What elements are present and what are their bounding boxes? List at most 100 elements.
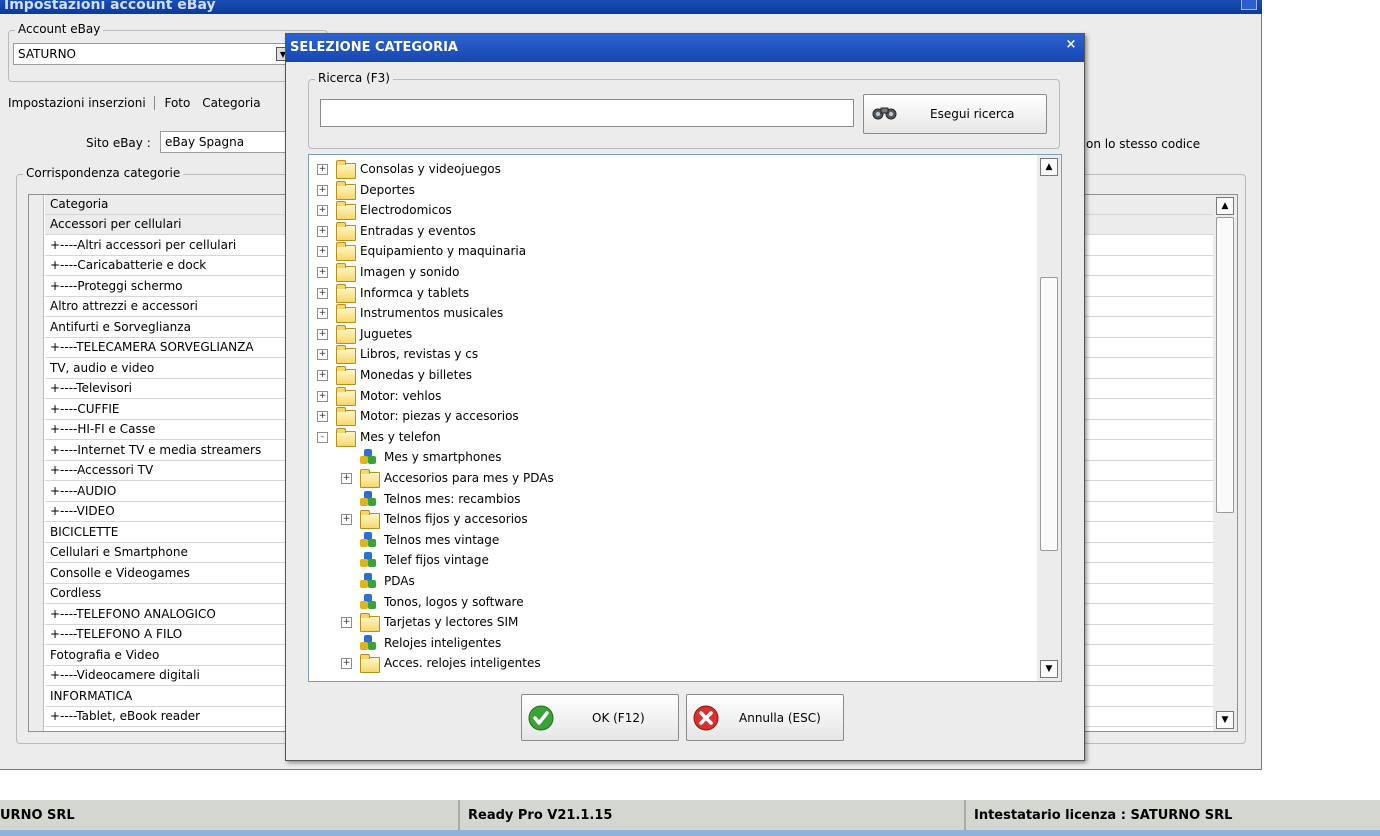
tree-item[interactable]: + Acces. relojes inteligentes	[309, 653, 1029, 674]
tree-item[interactable]: + Consolas y videojuegos	[309, 159, 1029, 179]
category-selection-dialog: SELEZIONE CATEGORIA × Ricerca (F3) Esegu…	[285, 33, 1085, 761]
tree-item[interactable]: + Monedas y billetes	[309, 365, 1029, 385]
tree-item-label: Informca y tablets	[360, 285, 470, 300]
category-leaf-icon	[360, 552, 376, 568]
tree-item[interactable]: Telnos mes: recambios	[309, 489, 1029, 509]
expand-icon[interactable]: +	[317, 225, 328, 237]
tab-category[interactable]: Categoria	[202, 96, 260, 110]
expand-icon[interactable]: +	[317, 411, 328, 423]
folder-icon	[336, 345, 356, 365]
category-leaf-icon	[360, 531, 376, 548]
tree-item-label: Juguetes	[360, 326, 413, 341]
grid-scrollbar[interactable]: ▲ ▼	[1213, 195, 1237, 731]
cancel-button-label: Annulla (ESC)	[739, 711, 821, 725]
tree-item[interactable]: + Equipamiento y maquinaria	[309, 241, 1029, 262]
expand-icon[interactable]: +	[341, 514, 352, 526]
expand-icon[interactable]: +	[317, 370, 328, 381]
expand-icon[interactable]: +	[317, 308, 328, 320]
tree-item[interactable]: + Juguetes	[309, 324, 1029, 344]
tree-item[interactable]: + Tarjetas y lectores SIM	[309, 612, 1029, 633]
tab-photo[interactable]: Foto	[164, 96, 190, 110]
search-group-legend: Ricerca (F3)	[315, 71, 393, 85]
category-leaf-icon	[360, 593, 376, 610]
tree-item[interactable]: + Deportes	[309, 180, 1029, 200]
tree-item-label: Relojes inteligentes	[384, 635, 502, 650]
expand-icon[interactable]: +	[317, 205, 328, 217]
tree-item[interactable]: - Mes y telefon	[309, 427, 1029, 447]
collapse-icon[interactable]: -	[317, 431, 328, 443]
folder-icon	[360, 654, 380, 674]
expand-icon[interactable]: +	[317, 164, 328, 175]
tree-item[interactable]: + Instrumentos musicales	[309, 303, 1029, 324]
tree-item[interactable]: Tonos, logos y software	[309, 592, 1029, 612]
category-tree: + Consolas y videojuegos + Deportes + Electro…	[308, 154, 1062, 682]
scroll-up-icon[interactable]: ▲	[1040, 158, 1058, 176]
category-leaf-icon	[360, 634, 376, 651]
tree-item-label: PDAs	[384, 574, 415, 588]
scroll-up-icon[interactable]: ▲	[1216, 197, 1234, 215]
folder-icon	[336, 263, 356, 282]
folder-icon	[336, 160, 356, 179]
status-version: Ready Pro V21.1.15	[468, 808, 613, 823]
folder-icon	[336, 201, 356, 221]
tree-item[interactable]: + Telnos fijos y accesorios	[309, 509, 1029, 530]
close-icon[interactable]	[1241, 0, 1257, 10]
folder-icon	[336, 407, 356, 427]
tree-item[interactable]: PDAs	[309, 571, 1029, 591]
tree-item-label: Equipamiento y maquinaria	[360, 244, 527, 259]
tree-scrollbar[interactable]: ▲ ▼	[1037, 155, 1061, 681]
tree-scroll-thumb[interactable]	[1040, 277, 1058, 551]
grid-scroll-thumb[interactable]	[1216, 217, 1234, 513]
folder-icon	[360, 613, 380, 633]
tree-item-label: Deportes	[360, 182, 415, 197]
tree-item[interactable]: Mes y smartphones	[309, 447, 1029, 467]
expand-icon[interactable]: +	[317, 349, 328, 361]
tree-item-label: Telnos mes: recambios	[384, 491, 521, 506]
expand-icon[interactable]: +	[317, 184, 328, 196]
tree-item[interactable]: + Accesorios para mes y PDAs	[309, 468, 1029, 488]
tree-item[interactable]: + Imagen y sonido	[309, 262, 1029, 282]
site-select[interactable]: eBay Spagna	[160, 131, 290, 153]
tree-item-label: Telnos mes vintage	[384, 532, 500, 547]
account-select[interactable]: SATURNO ▼	[13, 43, 293, 65]
site-label: Sito eBay :	[86, 136, 151, 150]
tree-item-label: Monedas y billetes	[360, 368, 472, 382]
ok-button[interactable]: OK (F12)	[521, 694, 679, 741]
expand-icon[interactable]: +	[341, 617, 352, 629]
folder-icon	[336, 304, 356, 324]
tree-item-label: Entradas y eventos	[360, 223, 476, 238]
tree-item-label: Tarjetas y lectores SIM	[384, 615, 519, 630]
tree-item[interactable]: Telef fijos vintage	[309, 550, 1029, 570]
tree-item[interactable]: Relojes inteligentes	[309, 633, 1029, 653]
tree-item-label: Mes y telefon	[360, 429, 441, 444]
expand-icon[interactable]: +	[341, 658, 352, 670]
tree-item[interactable]: + Motor: vehlos	[309, 386, 1029, 406]
search-input[interactable]	[320, 99, 854, 127]
scroll-down-icon[interactable]: ▼	[1216, 711, 1234, 729]
tree-item[interactable]: + Entradas y eventos	[309, 221, 1029, 241]
tree-item-label: Tonos, logos y software	[384, 594, 524, 609]
expand-icon[interactable]: +	[317, 390, 328, 402]
cancel-button[interactable]: Annulla (ESC)	[686, 694, 844, 741]
tree-item-label: Telnos fijos y accesorios	[384, 512, 528, 527]
tree-item[interactable]: + Motor: piezas y accesorios	[309, 406, 1029, 427]
folder-icon	[336, 283, 356, 303]
search-button[interactable]: Esegui ricerca	[863, 94, 1047, 134]
expand-icon[interactable]: +	[317, 246, 328, 258]
expand-icon[interactable]: +	[341, 473, 352, 484]
expand-icon[interactable]: +	[317, 287, 328, 299]
tree-item-label: Instrumentos musicales	[360, 306, 504, 321]
tree-item[interactable]: + Libros, revistas y cs	[309, 344, 1029, 365]
tab-listing-settings[interactable]: Impostazioni inserzioni	[8, 96, 146, 110]
folder-icon	[336, 366, 356, 385]
tree-item-label: Telef fijos vintage	[384, 553, 489, 568]
expand-icon[interactable]: +	[317, 328, 328, 340]
tree-item[interactable]: + Informca y tablets	[309, 283, 1029, 303]
folder-icon	[336, 324, 356, 344]
close-icon[interactable]: ×	[1064, 38, 1078, 52]
tree-item[interactable]: + Electrodomicos	[309, 200, 1029, 221]
account-select-value: SATURNO	[18, 47, 76, 61]
scroll-down-icon[interactable]: ▼	[1040, 660, 1058, 678]
expand-icon[interactable]: +	[317, 267, 328, 278]
tree-item[interactable]: Telnos mes vintage	[309, 530, 1029, 550]
